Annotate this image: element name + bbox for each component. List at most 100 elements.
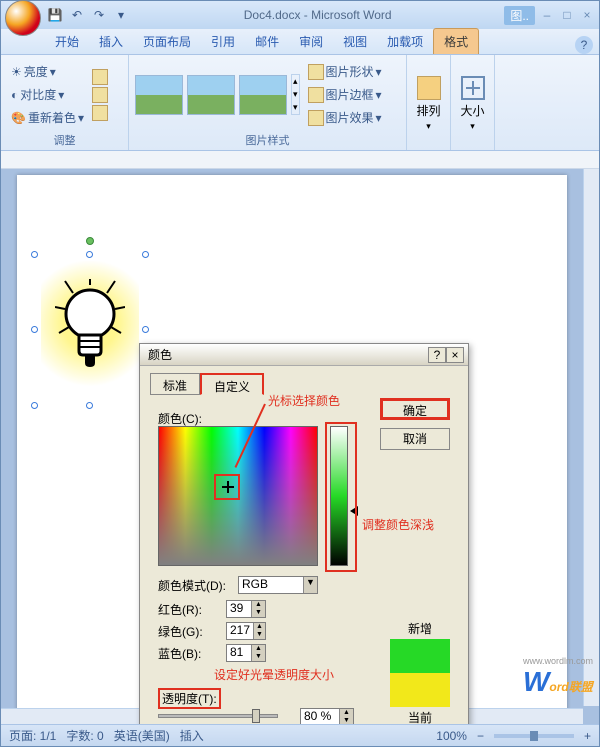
ok-button[interactable]: 确定 xyxy=(380,398,450,420)
gallery-up-icon[interactable]: ▴ xyxy=(293,76,298,87)
redo-icon[interactable]: ↷ xyxy=(89,5,109,25)
style-thumb[interactable] xyxy=(187,75,235,115)
arrange-button[interactable]: 排列▾ xyxy=(413,76,444,132)
effects-icon xyxy=(308,110,324,126)
tab-addins[interactable]: 加载项 xyxy=(377,29,433,54)
tab-format[interactable]: 格式 xyxy=(433,28,479,54)
document-area: 颜色 ? × 标准 自定义 确定 取消 颜色(C): 颜色模式(D): RGB▼… xyxy=(1,169,599,724)
status-language[interactable]: 英语(美国) xyxy=(114,727,170,744)
status-words[interactable]: 字数: 0 xyxy=(66,727,103,744)
size-icon xyxy=(461,76,485,100)
green-spinner[interactable]: 217▲▼ xyxy=(226,622,266,640)
spin-up-icon[interactable]: ▲ xyxy=(251,645,265,653)
qat-dropdown-icon[interactable]: ▾ xyxy=(111,5,131,25)
slider-thumb[interactable] xyxy=(252,709,260,723)
tab-layout[interactable]: 页面布局 xyxy=(133,29,201,54)
lightbulb-image xyxy=(55,279,125,389)
status-page[interactable]: 页面: 1/1 xyxy=(9,727,56,744)
tab-insert[interactable]: 插入 xyxy=(89,29,133,54)
ribbon-tabs: 开始 插入 页面布局 引用 邮件 审阅 视图 加载项 格式 ? xyxy=(1,29,599,55)
annotation-box-luminance xyxy=(325,422,357,572)
style-thumb[interactable] xyxy=(239,75,287,115)
shape-icon xyxy=(308,64,324,80)
spin-up-icon[interactable]: ▲ xyxy=(251,601,265,609)
dropdown-icon[interactable]: ▼ xyxy=(303,577,317,593)
reset-picture-icon[interactable] xyxy=(92,105,108,121)
transparency-slider[interactable] xyxy=(158,714,278,718)
contrast-button[interactable]: ◐对比度 ▾ xyxy=(7,84,88,105)
transparency-label: 透明度(T): xyxy=(158,688,221,709)
spin-down-icon[interactable]: ▼ xyxy=(251,653,265,661)
green-label: 绿色(G): xyxy=(158,623,222,640)
color-cursor[interactable] xyxy=(222,481,234,493)
dialog-titlebar[interactable]: 颜色 ? × xyxy=(140,344,468,366)
status-mode[interactable]: 插入 xyxy=(180,727,204,744)
spin-down-icon[interactable]: ▼ xyxy=(253,631,265,639)
resize-handle[interactable] xyxy=(86,402,93,409)
resize-handle[interactable] xyxy=(142,251,149,258)
tab-review[interactable]: 审阅 xyxy=(289,29,333,54)
blue-row: 蓝色(B): 81▲▼ xyxy=(158,644,266,662)
selected-image[interactable] xyxy=(35,255,145,405)
group-title-adjust: 调整 xyxy=(7,130,122,148)
watermark: www.wordlm.com Word联盟 xyxy=(523,656,593,698)
color-label: 颜色(C): xyxy=(158,410,202,427)
transparency-spinner[interactable]: 80 %▲▼ xyxy=(300,708,354,724)
ribbon: ☀亮度 ▾ ◐对比度 ▾ 🎨重新着色 ▾ 调整 ▴ ▾ ▾ 图片形状 ▾ 图片边… xyxy=(1,55,599,151)
help-icon[interactable]: ? xyxy=(575,36,593,54)
annotation-transparency: 设定好光晕透明度大小 xyxy=(214,666,334,683)
tab-references[interactable]: 引用 xyxy=(201,29,245,54)
spin-up-icon[interactable]: ▲ xyxy=(339,709,353,717)
cancel-button[interactable]: 取消 xyxy=(380,428,450,450)
resize-handle[interactable] xyxy=(31,251,38,258)
compress-icon[interactable] xyxy=(92,69,108,85)
minimize-icon[interactable]: – xyxy=(539,8,555,22)
rotate-handle[interactable] xyxy=(86,237,94,245)
window-controls: – □ × xyxy=(539,8,595,22)
recolor-button[interactable]: 🎨重新着色 ▾ xyxy=(7,107,88,128)
change-picture-icon[interactable] xyxy=(92,87,108,103)
current-color-swatch xyxy=(390,673,450,707)
brightness-button[interactable]: ☀亮度 ▾ xyxy=(7,61,88,82)
style-thumb[interactable] xyxy=(135,75,183,115)
dialog-help-icon[interactable]: ? xyxy=(428,347,446,363)
color-mode-combo[interactable]: RGB▼ xyxy=(238,576,318,594)
zoom-slider[interactable] xyxy=(494,734,574,738)
close-icon[interactable]: × xyxy=(579,8,595,22)
contextual-tab-badge: 图.. xyxy=(504,6,535,25)
zoom-value[interactable]: 100% xyxy=(436,729,467,743)
vertical-scrollbar[interactable] xyxy=(583,169,599,706)
gallery-more-icon[interactable]: ▾ xyxy=(293,102,298,113)
new-color-swatch xyxy=(390,639,450,673)
picture-border-button[interactable]: 图片边框 ▾ xyxy=(304,84,386,105)
resize-handle[interactable] xyxy=(142,326,149,333)
resize-handle[interactable] xyxy=(31,326,38,333)
zoom-out-icon[interactable]: − xyxy=(477,729,484,743)
resize-handle[interactable] xyxy=(31,402,38,409)
maximize-icon[interactable]: □ xyxy=(559,8,575,22)
tab-custom[interactable]: 自定义 xyxy=(200,373,264,395)
resize-handle[interactable] xyxy=(86,251,93,258)
spin-down-icon[interactable]: ▼ xyxy=(339,717,353,724)
dialog-close-icon[interactable]: × xyxy=(446,347,464,363)
picture-effects-button[interactable]: 图片效果 ▾ xyxy=(304,107,386,128)
undo-icon[interactable]: ↶ xyxy=(67,5,87,25)
blue-spinner[interactable]: 81▲▼ xyxy=(226,644,266,662)
size-button[interactable]: 大小▾ xyxy=(457,76,488,132)
office-button[interactable] xyxy=(5,0,41,36)
contrast-icon: ◐ xyxy=(11,88,18,102)
tab-view[interactable]: 视图 xyxy=(333,29,377,54)
gallery-down-icon[interactable]: ▾ xyxy=(293,89,298,100)
spin-down-icon[interactable]: ▼ xyxy=(251,609,265,617)
spin-up-icon[interactable]: ▲ xyxy=(253,623,265,631)
current-label: 当前 xyxy=(390,709,450,724)
ribbon-group-size: 大小▾ xyxy=(451,55,495,150)
red-spinner[interactable]: 39▲▼ xyxy=(226,600,266,618)
tab-mailings[interactable]: 邮件 xyxy=(245,29,289,54)
picture-shape-button[interactable]: 图片形状 ▾ xyxy=(304,61,386,82)
zoom-in-icon[interactable]: + xyxy=(584,729,591,743)
tab-standard[interactable]: 标准 xyxy=(150,373,200,395)
annotation-luminance: 调整颜色深浅 xyxy=(362,516,434,533)
tab-start[interactable]: 开始 xyxy=(45,29,89,54)
save-icon[interactable]: 💾 xyxy=(45,5,65,25)
